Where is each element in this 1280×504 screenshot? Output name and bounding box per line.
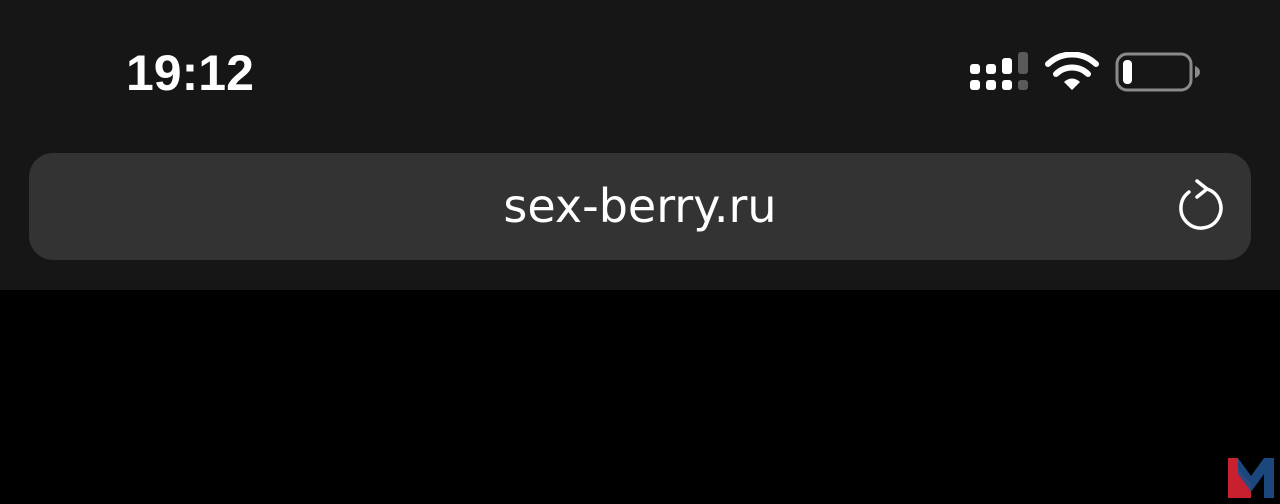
browser-chrome: 19:12 sex-berry.ru xyxy=(0,0,1280,290)
status-time: 19:12 xyxy=(126,45,254,101)
wifi-icon xyxy=(1045,52,1099,90)
reload-icon[interactable] xyxy=(1169,177,1229,237)
cellular-signal-icon xyxy=(970,52,1028,90)
status-bar: 19:12 xyxy=(0,0,1280,140)
battery-icon xyxy=(1115,52,1200,92)
browser-screen: 19:12 sex-berry.ru xyxy=(0,0,1280,504)
address-bar[interactable]: sex-berry.ru xyxy=(29,153,1251,260)
page-content xyxy=(0,290,1280,504)
m-logo-icon xyxy=(1228,458,1274,498)
url-text[interactable]: sex-berry.ru xyxy=(29,153,1251,260)
